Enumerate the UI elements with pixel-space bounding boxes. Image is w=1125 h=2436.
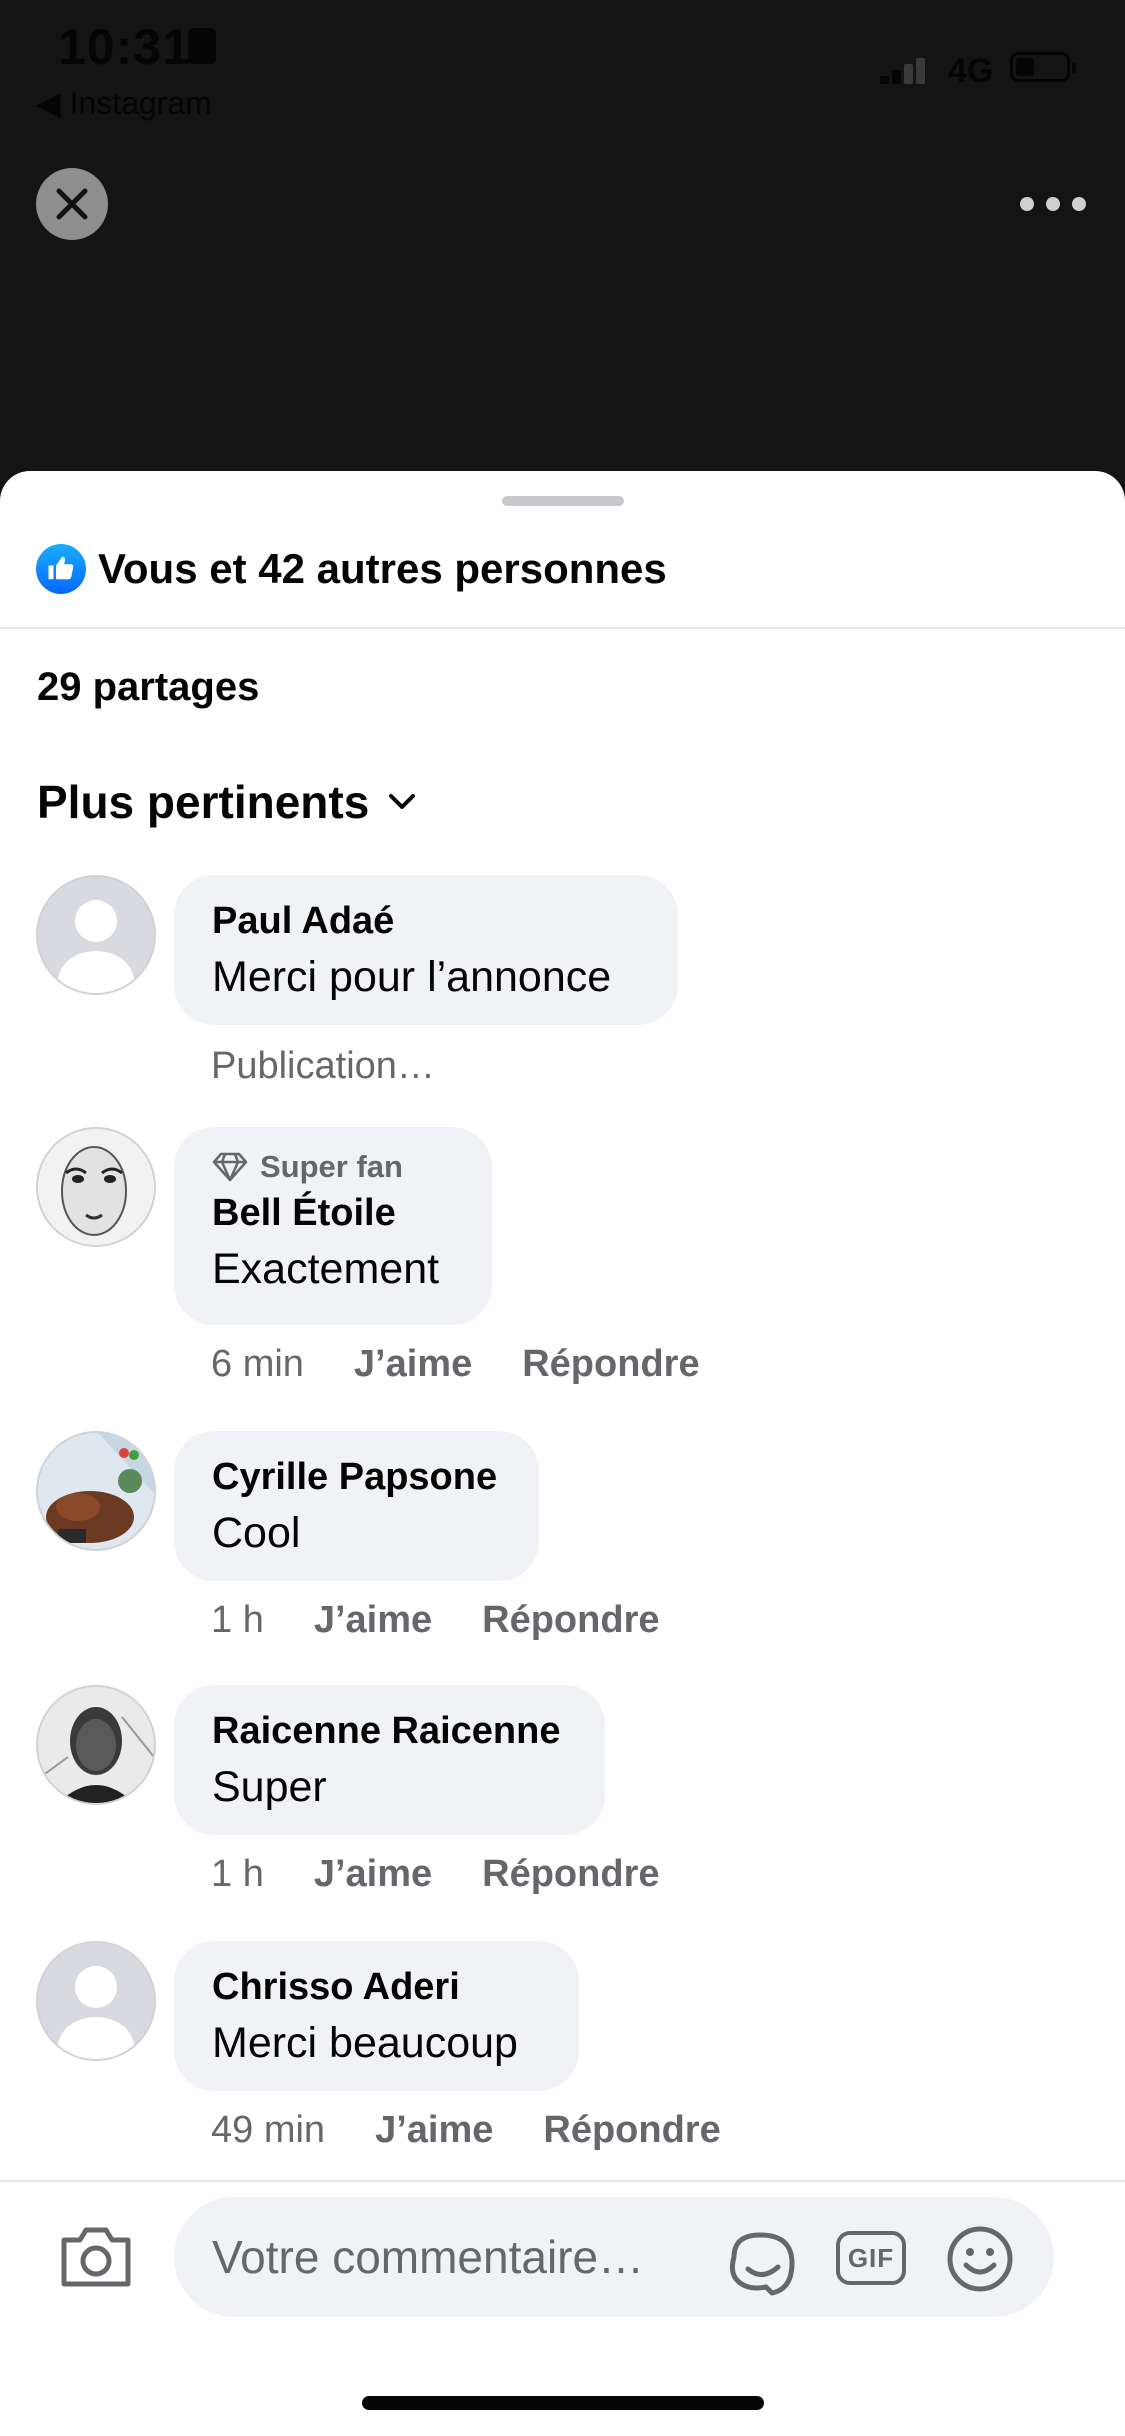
comment-author[interactable]: Chrisso Aderi	[212, 1963, 541, 2011]
reply-button[interactable]: Répondre	[482, 1853, 659, 1896]
like-button[interactable]: J’aime	[314, 1599, 432, 1642]
signal-icon	[880, 58, 925, 84]
super-fan-badge: Super fan	[212, 1149, 454, 1185]
more-options-button[interactable]	[1020, 182, 1086, 226]
avatar[interactable]	[36, 1127, 156, 1247]
comment-meta: 1 h J’aime Répondre	[211, 1599, 660, 1642]
divider	[0, 2180, 1125, 2182]
avatar[interactable]	[36, 1685, 156, 1805]
camera-icon	[61, 2227, 131, 2287]
battery-icon	[1010, 52, 1076, 82]
comment-composer[interactable]: GIF	[174, 2197, 1054, 2317]
comment-author[interactable]: Bell Étoile	[212, 1189, 454, 1237]
more-icon	[1020, 197, 1034, 211]
comment-meta: Publication…	[211, 1045, 435, 1088]
network-label: 4G	[948, 52, 994, 90]
comment-bubble[interactable]: Paul Adaé Merci pour l’annonce	[174, 875, 678, 1025]
status-time: 10:31	[58, 19, 191, 75]
chevron-down-icon	[389, 794, 416, 809]
badge-label: Super fan	[260, 1149, 403, 1184]
comment-meta: 1 h J’aime Répondre	[211, 1853, 660, 1896]
comments-sheet: Vous et 42 autres personnes 29 partages …	[0, 471, 1125, 2436]
emoji-icon[interactable]	[946, 2225, 1014, 2293]
comment-bubble[interactable]: Cyrille Papsone Cool	[174, 1431, 539, 1581]
comment-bubble[interactable]: Raicenne Raicenne Super	[174, 1685, 605, 1835]
like-button[interactable]: J’aime	[314, 1853, 432, 1896]
comment-author[interactable]: Paul Adaé	[212, 897, 640, 945]
sort-label: Plus pertinents	[37, 776, 370, 828]
camera-button[interactable]	[58, 2224, 134, 2295]
drag-handle[interactable]	[502, 496, 624, 506]
comment-bubble[interactable]: Chrisso Aderi Merci beaucoup	[174, 1941, 579, 2091]
like-button[interactable]: J’aime	[354, 1343, 472, 1386]
posting-status: Publication…	[211, 1045, 435, 1087]
comment-bubble[interactable]: Super fan Bell Étoile Exactement	[174, 1127, 492, 1325]
reply-button[interactable]: Répondre	[543, 2109, 720, 2152]
gif-button[interactable]: GIF	[836, 2231, 906, 2285]
avatar[interactable]	[36, 1431, 156, 1551]
back-to-app-link[interactable]: ◀ Instagram	[36, 84, 212, 122]
close-icon	[56, 188, 88, 220]
comment-text: Exactement	[212, 1245, 440, 1293]
comment-time: 1 h	[211, 1599, 264, 1641]
avatar[interactable]	[36, 1941, 156, 2061]
divider	[0, 627, 1125, 629]
shares-count[interactable]: 29 partages	[37, 665, 259, 710]
comment-text: Super	[212, 1763, 327, 1811]
reply-button[interactable]: Répondre	[522, 1343, 699, 1386]
comment-author[interactable]: Raicenne Raicenne	[212, 1707, 567, 1755]
comment-meta: 6 min J’aime Répondre	[211, 1343, 700, 1386]
comment-text: Cool	[212, 1509, 301, 1557]
reactions-summary[interactable]: Vous et 42 autres personnes	[36, 541, 667, 597]
like-reaction-icon	[36, 544, 86, 594]
like-button[interactable]: J’aime	[375, 2109, 493, 2152]
comment-time: 1 h	[211, 1853, 264, 1895]
comment-text: Merci beaucoup	[212, 2019, 518, 2067]
sticker-icon[interactable]	[726, 2227, 800, 2299]
comment-author[interactable]: Cyrille Papsone	[212, 1453, 501, 1501]
diamond-icon	[212, 1152, 248, 1182]
close-button[interactable]	[36, 168, 108, 240]
gif-label: GIF	[847, 2242, 895, 2273]
comment-time: 6 min	[211, 1343, 304, 1385]
avatar[interactable]	[36, 875, 156, 995]
comment-meta: 49 min J’aime Répondre	[211, 2109, 721, 2152]
sort-dropdown[interactable]: Plus pertinents	[37, 775, 417, 829]
comment-text: Merci pour l’annonce	[212, 953, 612, 1001]
reactions-label: Vous et 42 autres personnes	[98, 545, 667, 592]
comment-input[interactable]	[212, 2197, 692, 2317]
contact-icon	[188, 28, 216, 64]
status-bar: 10:31 ◀ Instagram 4G	[0, 0, 1125, 130]
reply-button[interactable]: Répondre	[482, 1599, 659, 1642]
comment-time: 49 min	[211, 2109, 326, 2151]
home-indicator	[362, 2396, 764, 2410]
